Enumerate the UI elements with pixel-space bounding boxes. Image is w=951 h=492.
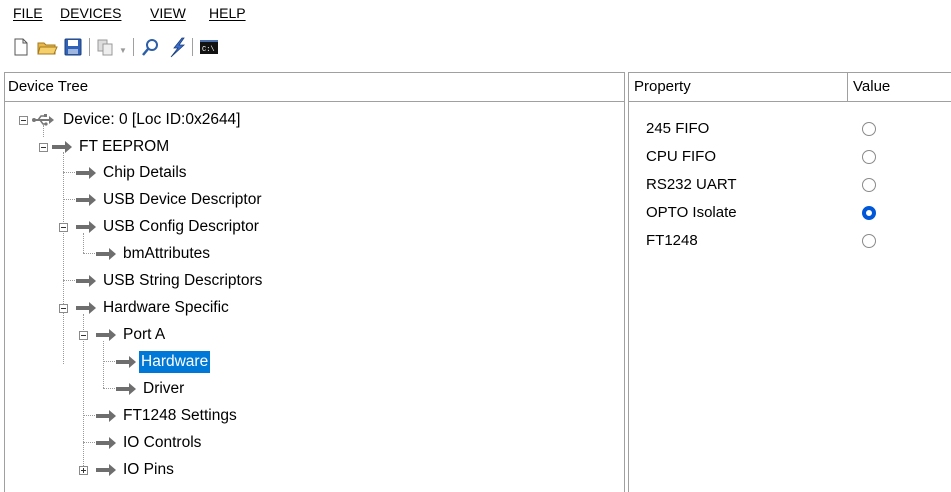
tree-node-label: USB Device Descriptor: [103, 191, 262, 208]
svg-text:C:\: C:\: [202, 46, 215, 54]
property-panel: Property Value 245 FIFO CPU FIFO RS232 U…: [628, 72, 951, 492]
arrow-right-icon: [76, 194, 96, 206]
tree-node-label: Chip Details: [103, 164, 187, 181]
tree-node-label: Driver: [143, 380, 185, 397]
tree-node-hardware[interactable]: Hardware: [5, 351, 605, 373]
tree-node-driver[interactable]: Driver: [5, 378, 605, 400]
search-icon[interactable]: [140, 36, 162, 58]
menu-view[interactable]: VIEW: [150, 5, 186, 21]
collapse-icon[interactable]: [39, 143, 48, 152]
collapse-icon[interactable]: [19, 116, 28, 125]
arrow-right-icon: [96, 464, 116, 476]
collapse-icon[interactable]: [79, 331, 88, 340]
arrow-right-icon: [116, 383, 136, 395]
collapse-icon[interactable]: [59, 223, 68, 232]
tree-node-label: IO Controls: [123, 434, 202, 451]
tree-node-label: Port A: [123, 326, 166, 343]
expand-icon[interactable]: [79, 466, 88, 475]
radio-cpu-fifo[interactable]: [862, 150, 876, 164]
program-icon[interactable]: [166, 36, 188, 58]
property-label-ft1248: FT1248: [646, 232, 698, 249]
arrow-right-icon: [96, 410, 116, 422]
arrow-right-icon: [76, 167, 96, 179]
tree-node-device[interactable]: Device: 0 [Loc ID:0x2644]: [5, 109, 605, 131]
usb-icon: [31, 112, 55, 135]
arrow-right-icon: [76, 275, 96, 287]
save-icon[interactable]: [62, 36, 84, 58]
tree-node-label-selected: Hardware: [139, 351, 211, 373]
tree-node-label: USB String Descriptors: [103, 272, 263, 289]
tree-node-ft1248-settings[interactable]: FT1248 Settings: [5, 405, 605, 427]
tree-node-label: USB Config Descriptor: [103, 218, 259, 235]
arrow-right-icon: [52, 141, 72, 153]
tree-node-io-controls[interactable]: IO Controls: [5, 432, 605, 454]
tree-node-usb-string-descriptors[interactable]: USB String Descriptors: [5, 270, 605, 292]
radio-245-fifo[interactable]: [862, 122, 876, 136]
tree-node-bm-attributes[interactable]: bmAttributes: [5, 243, 605, 265]
arrow-right-icon: [96, 437, 116, 449]
radio-rs232-uart[interactable]: [862, 178, 876, 192]
arrow-right-icon: [96, 329, 116, 341]
arrow-right-icon: [116, 356, 136, 368]
tree-node-port-a[interactable]: Port A: [5, 324, 605, 346]
toolbar-separator: [133, 38, 134, 56]
chevron-down-icon[interactable]: ▼: [119, 46, 127, 55]
arrow-right-icon: [76, 302, 96, 314]
device-tree-panel: Device Tree Device: 0 [Loc ID:0x2644] FT…: [4, 72, 625, 492]
tree-node-chip-details[interactable]: Chip Details: [5, 162, 605, 184]
new-file-icon[interactable]: [10, 36, 32, 58]
menu-help[interactable]: HELP: [209, 5, 246, 21]
property-label-cpu-fifo: CPU FIFO: [646, 148, 716, 165]
tree-node-usb-config-descriptor[interactable]: USB Config Descriptor: [5, 216, 605, 238]
toolbar-separator: [89, 38, 90, 56]
tree-node-hardware-specific[interactable]: Hardware Specific: [5, 297, 605, 319]
tree-node-ft-eeprom[interactable]: FT EEPROM: [5, 136, 605, 158]
device-tree-header: Device Tree: [5, 73, 624, 102]
tree-node-label: bmAttributes: [123, 245, 211, 262]
menu-file[interactable]: FILE: [13, 5, 43, 21]
radio-ft1248[interactable]: [862, 234, 876, 248]
tree-node-label: FT1248 Settings: [123, 407, 237, 424]
column-divider[interactable]: [847, 73, 848, 101]
tree-node-label: Hardware Specific: [103, 299, 229, 316]
property-label-rs232-uart: RS232 UART: [646, 176, 737, 193]
menu-bar: FILE DEVICES VIEW HELP: [0, 0, 951, 30]
tree-node-label: Device: 0 [Loc ID:0x2644]: [63, 111, 241, 128]
tree-node-usb-device-descriptor[interactable]: USB Device Descriptor: [5, 189, 605, 211]
tree-node-label: IO Pins: [123, 461, 174, 478]
toolbar: ▼ C:\: [0, 32, 951, 62]
property-grid-header: Property Value: [629, 73, 951, 102]
open-folder-icon[interactable]: [36, 36, 58, 58]
radio-opto-isolate[interactable]: [862, 206, 876, 220]
tree-node-io-pins[interactable]: IO Pins: [5, 459, 605, 481]
console-icon[interactable]: C:\: [198, 36, 220, 58]
column-header-value[interactable]: Value: [853, 73, 890, 101]
arrow-right-icon: [76, 221, 96, 233]
property-label-245-fifo: 245 FIFO: [646, 120, 710, 137]
arrow-right-icon: [96, 248, 116, 260]
property-label-opto-isolate: OPTO Isolate: [646, 204, 737, 221]
column-header-property[interactable]: Property: [634, 73, 691, 101]
toolbar-separator: [192, 38, 193, 56]
menu-devices[interactable]: DEVICES: [60, 5, 121, 21]
tree-node-label: FT EEPROM: [79, 138, 170, 155]
collapse-icon[interactable]: [59, 304, 68, 313]
copy-icon[interactable]: [95, 36, 117, 58]
